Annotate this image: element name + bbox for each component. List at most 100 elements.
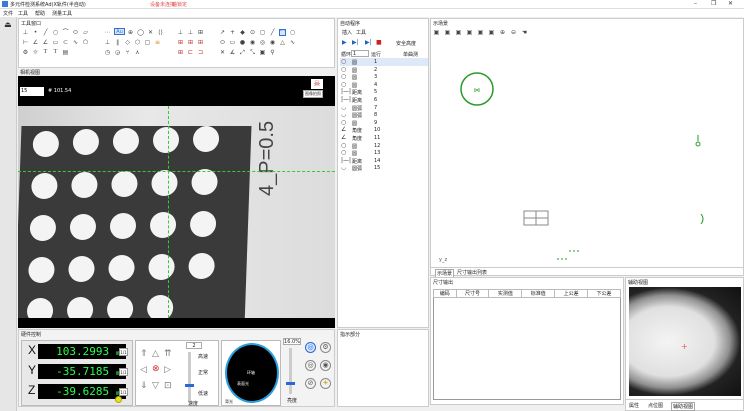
program-row[interactable]: ○ 圆 4 — [340, 81, 428, 89]
disc-tool-icon[interactable]: ● — [239, 39, 246, 46]
y-step-button[interactable]: 1/1 — [119, 368, 128, 376]
clock-tool-icon[interactable]: ◷ — [104, 49, 111, 56]
menu-help[interactable]: 帮助 — [35, 10, 45, 17]
gate-tool-icon[interactable]: ⊐ — [197, 49, 204, 56]
menu-measure-tools[interactable]: 测量工具 — [52, 10, 72, 17]
ring-light-icon[interactable]: ◎ — [305, 360, 316, 371]
program-row[interactable]: ○ 圆 1 — [340, 58, 428, 66]
slash-tool-icon[interactable]: ╱ — [269, 29, 276, 36]
speed-input[interactable]: 2 — [186, 342, 202, 349]
program-row[interactable]: ◡ 圆弧 7 — [340, 104, 428, 112]
hex-tool-icon[interactable]: ⬡ — [134, 39, 141, 46]
text2-tool-icon[interactable]: T — [52, 49, 59, 56]
slot-tool-icon[interactable]: ⊂ — [62, 39, 69, 46]
bulb-icon[interactable]: ☀ — [320, 378, 331, 389]
skull-icon[interactable]: ☠ — [311, 79, 323, 89]
maximize-button[interactable]: ❐ — [711, 0, 716, 7]
clock2-tool-icon[interactable]: ◶ — [114, 49, 121, 56]
program-row[interactable]: ○ 圆 2 — [340, 66, 428, 74]
ring2-light-icon[interactable]: ◉ — [320, 360, 331, 371]
cross-tool-icon[interactable]: ✕ — [147, 29, 154, 36]
circle-tool-icon[interactable]: ○ — [52, 29, 59, 36]
zoom-out-icon[interactable]: ⊖ — [510, 29, 517, 36]
program-row[interactable]: ∠ 角度 11 — [340, 134, 428, 142]
angle-tool-icon[interactable]: ∠ — [32, 39, 39, 46]
jog-up-icon[interactable]: △ — [152, 349, 159, 359]
grid-tool-icon[interactable]: ⊞ — [197, 29, 204, 36]
jog-stop-icon[interactable]: ⊗ — [152, 364, 160, 374]
close-button[interactable]: ✕ — [728, 0, 733, 7]
bracket-tool-icon[interactable]: ⟨⟩ — [157, 29, 164, 36]
program-row[interactable]: ∠ 角度 10 — [340, 126, 428, 134]
rect4-tool-icon[interactable]: ▭ — [229, 39, 236, 46]
parallel-tool-icon[interactable]: ∥ — [114, 39, 121, 46]
plus-tool-icon[interactable]: + — [229, 29, 236, 36]
crosshair-tool-icon[interactable]: ⊕ — [127, 29, 134, 36]
tab-size-list[interactable]: 尺寸输出列表 — [457, 269, 487, 276]
curve-tool-icon[interactable]: ∿ — [72, 39, 79, 46]
view-back-icon[interactable]: ▣ — [444, 29, 451, 36]
image-tool-icon[interactable]: ▤ — [62, 49, 69, 56]
menu-tools[interactable]: 工具 — [18, 10, 28, 17]
jog-down-left-icon[interactable]: ⇓ — [140, 381, 148, 391]
single-measure-label[interactable]: 单曲测 — [403, 51, 418, 58]
disc3-tool-icon[interactable]: ◎ — [259, 39, 266, 46]
measure-tool-icon[interactable]: ⊢ — [22, 39, 29, 46]
view-left-icon[interactable]: ▣ — [455, 29, 462, 36]
zoom-in-icon[interactable]: ⊕ — [499, 29, 506, 36]
play-icon[interactable]: ▶ — [342, 39, 347, 46]
gear-light-icon[interactable]: ⚙ — [320, 342, 331, 353]
camera-field[interactable]: 15 — [20, 87, 44, 96]
snapshot-button[interactable]: 图像拍照 — [303, 90, 323, 98]
align2-tool-icon[interactable]: ⊥ — [187, 29, 194, 36]
disc2-tool-icon[interactable]: ◉ — [249, 39, 256, 46]
tool-light-icon[interactable]: ⊘ — [305, 378, 316, 389]
grid3-tool-icon[interactable]: ⊞ — [187, 39, 194, 46]
rect-tool-icon[interactable]: ▱ — [82, 29, 89, 36]
loop-input[interactable]: 1 — [351, 50, 369, 57]
ring-light[interactable]: 环轴 表面光 — [225, 343, 279, 403]
grid4-tool-icon[interactable]: ⊞ — [197, 39, 204, 46]
disc4-tool-icon[interactable]: ◉ — [269, 39, 276, 46]
program-row[interactable]: |—| 距离 6 — [340, 96, 428, 104]
program-row[interactable]: ○ 圆 12 — [340, 142, 428, 150]
jog-down-icon[interactable]: ▽ — [152, 381, 159, 391]
program-row[interactable]: |—| 距离 5 — [340, 88, 428, 96]
z-step-button[interactable]: 1/1 — [119, 388, 128, 396]
dots-tool-icon[interactable]: ⋯ — [104, 29, 111, 36]
rect3-tool-icon[interactable]: ▢ — [144, 39, 151, 46]
settings-tool-icon[interactable]: ⚙ — [22, 49, 29, 56]
light-slider-track[interactable] — [286, 348, 295, 394]
diamond2-tool-icon[interactable]: ◇ — [124, 39, 131, 46]
step-icon[interactable]: ▶| — [352, 39, 359, 46]
program-row[interactable]: ○ 圆 13 — [340, 149, 428, 157]
branch-tool-icon[interactable]: ⑂ — [124, 49, 131, 56]
equal-tool-icon[interactable]: ≡ — [154, 39, 161, 46]
scene-canvas[interactable]: ⋈ — [431, 39, 743, 264]
line-tool-icon[interactable]: ╱ — [42, 29, 49, 36]
view-iso-icon[interactable]: ▣ — [488, 29, 495, 36]
tab-properties[interactable]: 属性 — [629, 402, 639, 409]
view-right-icon[interactable]: ▣ — [466, 29, 473, 36]
align-tool-icon[interactable]: ⊥ — [177, 29, 184, 36]
pin-tool-icon[interactable]: ⚲ — [269, 49, 276, 56]
arc-select-tool-icon[interactable]: ⌒ — [279, 29, 286, 37]
program-row[interactable]: ○ 圆 3 — [340, 73, 428, 81]
program-row[interactable]: ◡ 圆弧 15 — [340, 164, 428, 172]
wave-tool-icon[interactable]: ∿ — [289, 39, 296, 46]
pan-icon[interactable]: ☚ — [521, 29, 528, 36]
point-tool-icon[interactable]: • — [32, 29, 39, 36]
sun-tool-icon[interactable]: ☼ — [32, 49, 39, 56]
cross2-tool-icon[interactable]: ✕ — [219, 49, 226, 56]
jog-right-icon[interactable]: ▷ — [164, 365, 171, 375]
x-step-button[interactable]: 1/1 — [119, 348, 128, 356]
ellipse-tool-icon[interactable]: ⬭ — [72, 29, 79, 36]
next-icon[interactable]: ▶| — [365, 39, 372, 46]
camera-view[interactable]: 15 # 101.54 ☠ 图像拍照 4_P=0.5 — [18, 76, 335, 328]
tab-tools[interactable]: 工具 — [356, 29, 366, 36]
rect2-tool-icon[interactable]: ▭ — [52, 39, 59, 46]
diamond-tool-icon[interactable]: ◆ — [239, 29, 246, 36]
scale-tool-icon[interactable]: ⤡ — [249, 49, 256, 56]
target-light-icon[interactable]: ◎ — [305, 342, 316, 353]
jog-left-icon[interactable]: ◁ — [140, 365, 147, 375]
